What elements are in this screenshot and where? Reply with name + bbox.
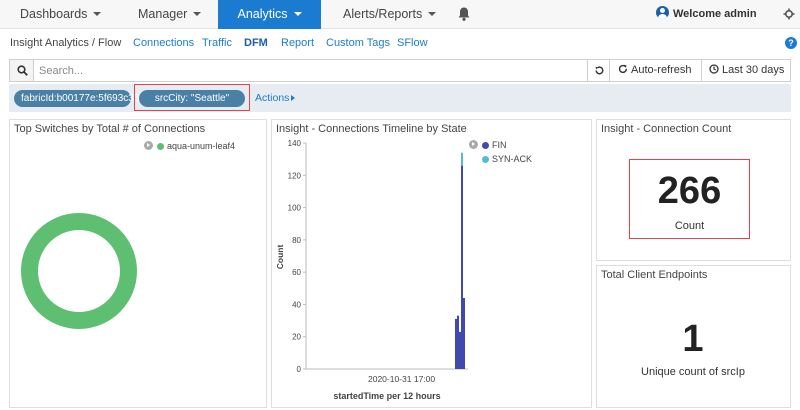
nav-dashboards-label: Dashboards <box>20 7 88 21</box>
reset-button[interactable] <box>587 60 609 81</box>
time-range-button[interactable]: Last 30 days <box>701 60 790 81</box>
y-tick-label: 80 <box>292 236 301 245</box>
filter-highlight-box <box>134 84 250 111</box>
y-tick-label: 40 <box>292 300 301 309</box>
bell-icon[interactable] <box>456 6 472 22</box>
tab-sflow[interactable]: SFlow <box>397 37 428 49</box>
auto-refresh-button[interactable]: Auto-refresh <box>609 60 701 81</box>
tab-report[interactable]: Report <box>281 37 314 49</box>
legend-swatch <box>157 143 164 150</box>
search-bar: Auto-refresh Last 30 days <box>9 59 791 82</box>
y-tick-label: 0 <box>297 365 302 374</box>
nav-manager-label: Manager <box>138 7 188 21</box>
actions-link[interactable]: Actions <box>255 92 296 104</box>
welcome-label: Welcome admin <box>673 8 757 20</box>
nav-analytics[interactable]: Analytics <box>218 0 321 29</box>
tab-connections[interactable]: Connections <box>133 37 194 49</box>
y-tick-label: 20 <box>292 333 301 342</box>
user-icon <box>656 6 669 19</box>
legend-toggle-icon <box>144 141 153 150</box>
nav-analytics-label: Analytics <box>237 7 288 21</box>
y-tick-label: 100 <box>288 204 302 213</box>
legend-item[interactable]: aqua-unum-leaf4 <box>144 141 235 151</box>
gear-icon[interactable] <box>783 8 795 20</box>
panel-title: Top Switches by Total # of Connections <box>14 123 206 135</box>
bar-fin[interactable] <box>459 331 461 369</box>
bar-syn-ack[interactable] <box>461 152 463 166</box>
filter-pill-fabric[interactable]: fabricId:b00177e:5f693c36 <box>14 90 139 107</box>
chevron-down-icon <box>428 12 437 16</box>
donut-slice[interactable] <box>21 213 137 329</box>
legend-label: aqua-unum-leaf4 <box>167 141 236 151</box>
tab-custom-tags[interactable]: Custom Tags <box>326 37 390 49</box>
y-tick-label: 120 <box>288 171 302 180</box>
bar-fin[interactable] <box>463 297 465 369</box>
caret-right-icon <box>291 95 296 101</box>
refresh-icon <box>618 64 628 74</box>
search-input[interactable] <box>35 60 587 81</box>
y-tick-label: 60 <box>292 268 301 277</box>
breadcrumb: Insight Analytics / Flow <box>10 37 122 49</box>
chevron-down-icon <box>193 12 202 16</box>
help-icon[interactable]: ? <box>785 37 797 49</box>
panel-timeline: Insight - Connections Timeline by State … <box>271 119 592 408</box>
chevron-down-icon <box>93 12 102 16</box>
actions-label: Actions <box>255 92 290 104</box>
chevron-down-icon <box>293 12 302 16</box>
donut-chart <box>21 213 137 329</box>
bar-fin[interactable] <box>455 318 457 369</box>
connection-count-value: 266 <box>657 170 722 212</box>
y-tick-label: 140 <box>288 139 302 148</box>
x-tick-label: 2020-10-31 17:00 <box>368 374 435 384</box>
nav-manager[interactable]: Manager <box>138 0 202 29</box>
top-nav: Dashboards Manager Analytics Alerts/Repo… <box>0 0 800 29</box>
panel-top-switches: Top Switches by Total # of Connections a… <box>9 119 267 408</box>
bar-fin[interactable] <box>461 165 463 369</box>
panel-title: Insight - Connection Count <box>601 123 732 135</box>
time-range-label: Last 30 days <box>722 64 785 76</box>
client-endpoints-label: Unique count of srcIp <box>641 366 745 378</box>
auto-refresh-label: Auto-refresh <box>631 64 692 76</box>
search-icon <box>17 65 28 76</box>
nav-alerts-label: Alerts/Reports <box>343 7 423 21</box>
connection-count-label: Count <box>674 220 705 232</box>
nav-alerts-reports[interactable]: Alerts/Reports <box>343 0 437 29</box>
tab-dfm[interactable]: DFM <box>244 37 268 49</box>
search-button[interactable] <box>10 60 34 81</box>
panel-title: Total Client Endpoints <box>601 269 708 281</box>
x-axis-label: startedTime per 12 hours <box>333 391 440 401</box>
y-axis-label: Count <box>275 245 285 270</box>
tab-traffic[interactable]: Traffic <box>202 37 232 49</box>
bar-group <box>455 152 465 369</box>
y-axis: 0 20 40 60 80 100 120 140 <box>288 139 306 374</box>
client-endpoints-value: 1 <box>682 318 704 360</box>
sub-nav: Insight Analytics / Flow Connections Tra… <box>0 29 800 57</box>
clock-icon <box>709 64 719 74</box>
bar-fin[interactable] <box>457 315 459 369</box>
timeline-chart: 0 20 40 60 80 100 120 140 2020-10-31 17:00 star… <box>275 139 468 401</box>
nav-dashboards[interactable]: Dashboards <box>20 0 102 29</box>
user-menu[interactable]: Welcome admin <box>656 0 757 29</box>
undo-icon <box>595 66 604 75</box>
